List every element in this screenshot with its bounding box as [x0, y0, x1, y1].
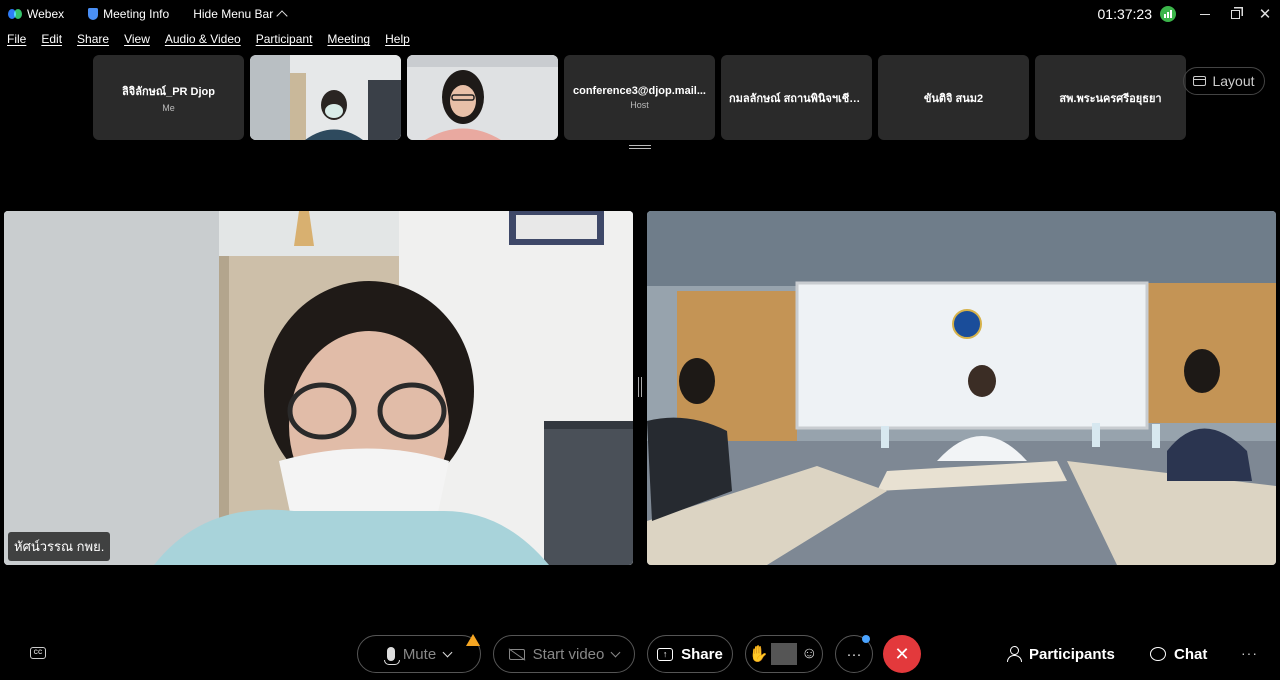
- reactions-icon[interactable]: ☺: [797, 645, 822, 663]
- shield-icon: [88, 8, 99, 20]
- notification-dot: [862, 635, 870, 643]
- mute-button[interactable]: Mute: [357, 635, 481, 673]
- participant-name: ลิจิลักษณ์_PR Djop: [122, 86, 215, 98]
- minimize-icon: [1200, 13, 1210, 15]
- menu-bar: File Edit Share View Audio & Video Parti…: [0, 32, 410, 50]
- menu-share[interactable]: Share: [77, 32, 109, 50]
- menu-participant[interactable]: Participant: [256, 32, 313, 50]
- camera-off-icon: [508, 648, 525, 660]
- reactions-group: ✋ ☺: [745, 635, 823, 673]
- share-screen-icon: ↑: [657, 647, 674, 661]
- close-icon: ✕: [1258, 6, 1272, 23]
- participant-role: Me: [162, 103, 175, 113]
- title-bar-right: 01:37:23 ✕: [1098, 0, 1280, 28]
- menu-view[interactable]: View: [124, 32, 150, 50]
- participant-name-label: หัศน์วรรณ กพย.: [8, 532, 111, 561]
- leave-meeting-button[interactable]: ✕: [883, 635, 921, 673]
- participant-name: conference3@djop.mail...: [573, 85, 706, 97]
- webex-logo-icon: [8, 8, 22, 20]
- participant-video-feed: [407, 55, 558, 140]
- chat-icon: [1150, 647, 1166, 661]
- stage-split-handle[interactable]: [638, 377, 642, 397]
- participant-name: ขันติจิ สนม2: [923, 92, 984, 105]
- layout-button[interactable]: Layout: [1183, 67, 1265, 95]
- mute-label: Mute: [402, 645, 437, 663]
- closed-captions-icon[interactable]: CC: [30, 647, 46, 659]
- hide-menu-bar-button[interactable]: Hide Menu Bar: [193, 7, 288, 22]
- hide-menu-label: Hide Menu Bar: [193, 7, 274, 21]
- chat-button[interactable]: Chat: [1150, 635, 1207, 673]
- warning-icon: [466, 634, 480, 646]
- participant-tile[interactable]: กมลลักษณ์ สถานพินิจฯเชียง...: [721, 55, 872, 140]
- menu-file[interactable]: File: [7, 32, 26, 50]
- participants-icon: [1007, 646, 1022, 662]
- minimize-window-button[interactable]: [1190, 0, 1220, 28]
- menu-edit[interactable]: Edit: [41, 32, 62, 50]
- main-video-left[interactable]: หัศน์วรรณ กพย.: [4, 211, 633, 565]
- participant-role: Host: [630, 100, 649, 110]
- close-window-button[interactable]: ✕: [1250, 0, 1280, 28]
- more-panels-icon[interactable]: ···: [1241, 645, 1258, 661]
- menu-meeting[interactable]: Meeting: [327, 32, 370, 50]
- participant-tile[interactable]: conference3@djop.mail... Host: [564, 55, 715, 140]
- raise-hand-icon[interactable]: ✋: [746, 644, 771, 664]
- chevron-down-icon[interactable]: [442, 647, 453, 657]
- reactions-divider: [771, 643, 797, 665]
- video-feed-left: [4, 211, 633, 565]
- menu-help[interactable]: Help: [385, 32, 410, 50]
- control-bar: CC Mute Start video ↑ Share ✋ ☺ ··· ✕ Pa…: [0, 630, 1280, 678]
- layout-label: Layout: [1212, 73, 1255, 89]
- webex-app-menu[interactable]: Webex: [8, 7, 64, 21]
- more-options-icon: ···: [846, 645, 862, 663]
- video-feed-right: [647, 211, 1276, 565]
- network-signal-icon[interactable]: [1160, 6, 1176, 22]
- microphone-icon: [383, 647, 400, 665]
- participants-button[interactable]: Participants: [1007, 635, 1115, 673]
- chat-label: Chat: [1174, 645, 1208, 663]
- menu-audio-video[interactable]: Audio & Video: [165, 32, 241, 50]
- close-icon: ✕: [894, 643, 910, 664]
- meeting-clock: 01:37:23: [1097, 6, 1153, 22]
- participant-tile[interactable]: ขันติจิ สนม2: [878, 55, 1029, 140]
- participant-name: สพ.พระนครศรีอยุธยา: [1059, 92, 1162, 105]
- share-button[interactable]: ↑ Share: [647, 635, 733, 673]
- restore-icon: [1230, 9, 1240, 19]
- app-name: Webex: [27, 7, 65, 21]
- strip-resize-handle[interactable]: [629, 145, 651, 149]
- meeting-info-label: Meeting Info: [103, 7, 170, 21]
- restore-window-button[interactable]: [1220, 0, 1250, 28]
- title-bar: Webex Meeting Info Hide Menu Bar 01:37:2…: [0, 0, 1280, 28]
- title-bar-left: Webex Meeting Info Hide Menu Bar: [0, 7, 302, 22]
- participant-tile[interactable]: สพ.พระนครศรีอยุธยา: [1035, 55, 1186, 140]
- share-label: Share: [681, 645, 723, 663]
- main-video-right[interactable]: [647, 211, 1276, 565]
- start-video-label: Start video: [532, 645, 605, 663]
- start-video-button[interactable]: Start video: [493, 635, 635, 673]
- participant-video-feed: [250, 55, 401, 140]
- chevron-down-icon[interactable]: [610, 647, 621, 657]
- participant-video-tile[interactable]: [407, 55, 558, 140]
- chevron-up-icon: [276, 10, 288, 22]
- layout-icon: [1193, 76, 1207, 86]
- participants-label: Participants: [1029, 645, 1115, 663]
- meeting-info-button[interactable]: Meeting Info: [88, 7, 169, 21]
- participant-tile[interactable]: ลิจิลักษณ์_PR Djop Me: [93, 55, 244, 140]
- participant-name: กมลลักษณ์ สถานพินิจฯเชียง...: [729, 92, 864, 105]
- participant-video-tile[interactable]: [250, 55, 401, 140]
